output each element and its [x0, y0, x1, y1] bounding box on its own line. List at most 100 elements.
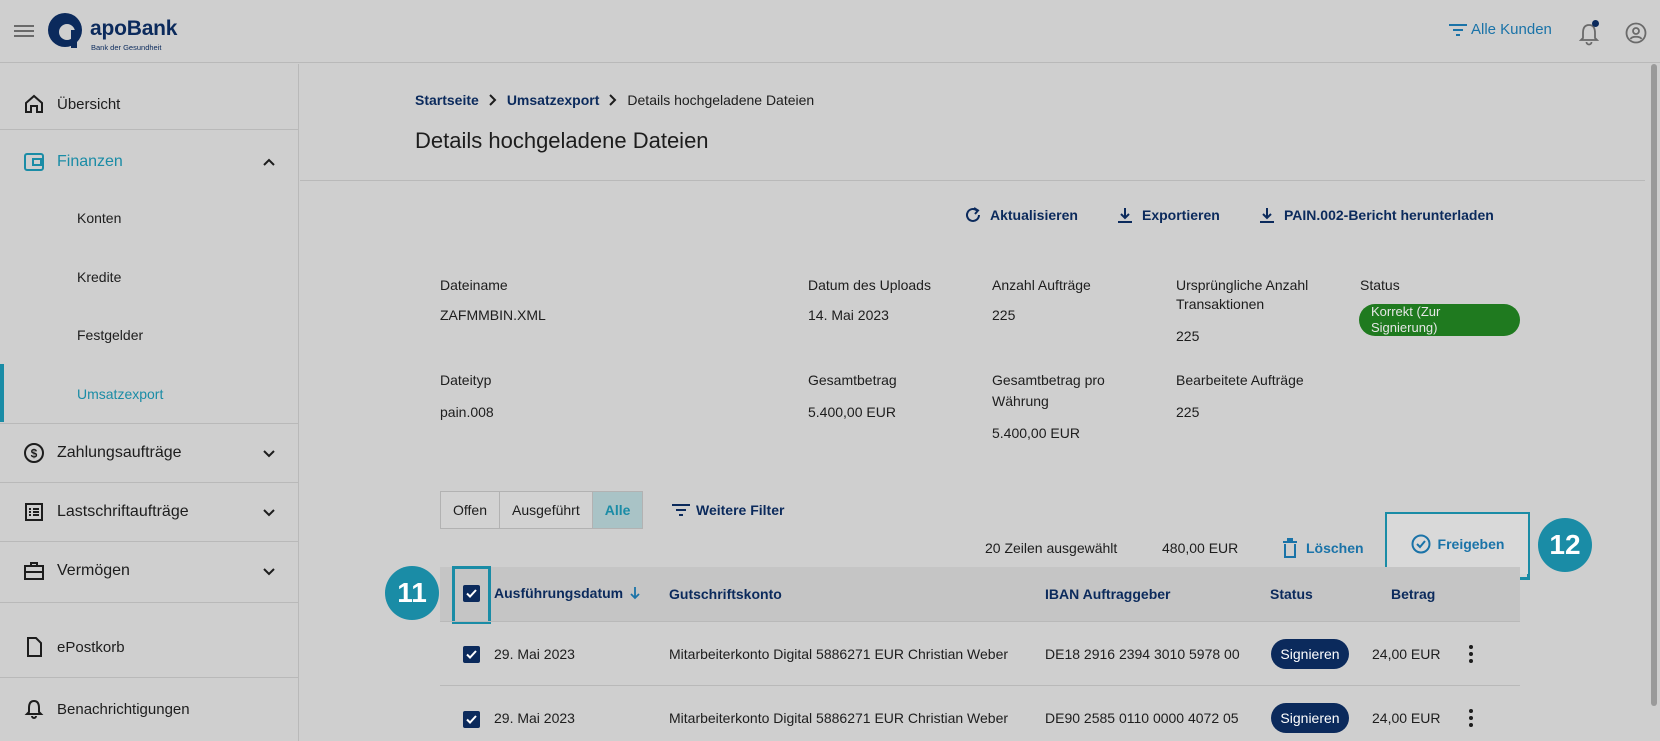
sidebar-item-label: Lastschriftaufträge — [57, 503, 189, 520]
filter-icon — [672, 504, 690, 516]
selected-sum: 480,00 EUR — [1162, 540, 1239, 556]
sidebar-divider — [0, 541, 299, 542]
filter-tab-offen[interactable]: Offen — [441, 492, 500, 528]
sidebar-item-label: ePostkorb — [57, 638, 125, 656]
sidebar-item-vermoegen[interactable]: Vermögen — [0, 556, 299, 586]
sidebar-divider — [0, 482, 299, 483]
sidebar-subitem-festgelder[interactable]: Festgelder — [77, 327, 143, 343]
gesamtbetrag-pro-waehrung-label-2: Währung — [992, 393, 1049, 409]
pain-report-label: PAIN.002-Bericht herunterladen — [1284, 207, 1494, 223]
sidebar-item-finanzen[interactable]: Finanzen — [0, 147, 299, 177]
user-account-icon[interactable] — [1625, 22, 1647, 44]
status-badge-text: Korrekt (Zur Signierung) — [1371, 304, 1441, 335]
bearbeitete-auftraege-value: 225 — [1176, 404, 1200, 420]
sidebar-item-label: Übersicht — [57, 95, 121, 113]
breadcrumb: Startseite Umsatzexport Details hochgela… — [415, 92, 814, 108]
breadcrumb-current: Details hochgeladene Dateien — [627, 92, 815, 108]
column-header-amount[interactable]: Betrag — [1391, 586, 1435, 602]
scrollbar-thumb[interactable] — [1651, 64, 1657, 706]
sidebar-item-zahlungsauftraege[interactable]: $ Zahlungsaufträge — [0, 438, 299, 468]
row-amount: 24,00 EUR — [1372, 646, 1441, 662]
sidebar-item-label: Vermögen — [57, 562, 130, 579]
dateityp-value: pain.008 — [440, 404, 494, 420]
column-header-date[interactable]: Ausführungsdatum — [494, 585, 641, 601]
sign-button[interactable]: Signieren — [1271, 703, 1349, 733]
briefcase-icon — [24, 562, 44, 580]
sidebar-divider — [0, 602, 299, 603]
sidebar-item-benachrichtigungen[interactable]: Benachrichtigungen — [0, 694, 299, 724]
approve-button[interactable]: Freigeben — [1387, 514, 1528, 574]
filter-tab-ausgefuehrt[interactable]: Ausgeführt — [500, 492, 593, 528]
column-header-account[interactable]: Gutschriftskonto — [669, 586, 782, 602]
list-icon — [25, 503, 43, 521]
dateiname-label: Dateiname — [440, 277, 508, 293]
checkmark-icon — [466, 650, 477, 659]
urspruengliche-anzahl-value: 225 — [1176, 328, 1200, 344]
arrow-down-icon — [630, 587, 640, 600]
breadcrumb-umsatzexport-link[interactable]: Umsatzexport — [507, 92, 600, 108]
column-header-status[interactable]: Status — [1270, 586, 1313, 602]
dateiname-value: ZAFMMBIN.XML — [440, 307, 546, 323]
sign-button[interactable]: Signieren — [1271, 639, 1349, 669]
hamburger-menu-icon[interactable] — [14, 23, 34, 39]
customer-filter-button[interactable]: Alle Kunden — [1449, 21, 1552, 38]
gesamtbetrag-pro-waehrung-value: 5.400,00 EUR — [992, 425, 1080, 441]
select-all-checkbox[interactable] — [463, 585, 480, 602]
row-amount: 24,00 EUR — [1372, 710, 1441, 726]
page-title: Details hochgeladene Dateien — [415, 128, 709, 153]
checkmark-icon — [466, 715, 477, 724]
sidebar-item-label: Zahlungsaufträge — [57, 444, 182, 461]
sidebar-subitem-konten[interactable]: Konten — [77, 210, 121, 226]
filter-icon — [1449, 23, 1467, 36]
urspruengliche-anzahl-label-1: Ursprüngliche Anzahl — [1176, 277, 1309, 293]
more-options-icon[interactable] — [1467, 644, 1475, 664]
home-icon — [25, 94, 43, 113]
more-options-icon[interactable] — [1467, 708, 1475, 728]
upload-date-label: Datum des Uploads — [808, 277, 931, 293]
anzahl-auftraege-value: 225 — [992, 307, 1016, 323]
sidebar-subitem-kredite[interactable]: Kredite — [77, 269, 121, 285]
more-filters-button[interactable]: Weitere Filter — [672, 502, 784, 518]
delete-label: Löschen — [1306, 540, 1364, 556]
refresh-icon — [966, 207, 980, 222]
row-account: Mitarbeiterkonto Digital 5886271 EUR Chr… — [669, 710, 1009, 726]
pain-report-download-button[interactable]: PAIN.002-Bericht herunterladen — [1258, 206, 1494, 224]
notification-indicator — [1592, 20, 1599, 27]
document-icon — [27, 637, 42, 657]
apobank-logo-icon[interactable] — [47, 12, 83, 48]
download-icon — [1260, 208, 1274, 223]
row-checkbox[interactable] — [463, 646, 480, 663]
row-divider — [440, 685, 1520, 686]
breadcrumb-home-link[interactable]: Startseite — [415, 92, 479, 108]
status-label: Status — [1360, 277, 1400, 293]
sidebar-item-uebersicht[interactable]: Übersicht — [0, 89, 299, 119]
export-button[interactable]: Exportieren — [1116, 206, 1220, 224]
filter-tab-alle[interactable]: Alle — [592, 492, 643, 528]
refresh-label: Aktualisieren — [990, 207, 1078, 223]
sidebar-item-epostkorb[interactable]: ePostkorb — [0, 632, 299, 662]
sidebar-divider — [0, 129, 299, 130]
sidebar-divider — [0, 677, 299, 678]
check-circle-icon — [1411, 534, 1431, 554]
chevron-down-icon[interactable] — [261, 563, 277, 579]
row-checkbox[interactable] — [463, 711, 480, 728]
chevron-down-icon[interactable] — [261, 445, 277, 461]
gesamtbetrag-pro-waehrung-label-1: Gesamtbetrag pro — [992, 372, 1105, 388]
column-header-iban[interactable]: IBAN Auftraggeber — [1045, 586, 1171, 602]
row-iban: DE18 2916 2394 3010 5978 00 — [1045, 646, 1240, 662]
status-badge: Korrekt (Zur Signierung) — [1359, 304, 1520, 336]
bell-icon — [24, 699, 44, 719]
sidebar-subitem-umsatzexport[interactable]: Umsatzexport — [77, 386, 163, 402]
chevron-right-icon — [489, 94, 497, 106]
sidebar-item-lastschriftauftraege[interactable]: Lastschriftaufträge — [0, 497, 299, 527]
approve-label: Freigeben — [1437, 536, 1505, 552]
row-divider — [440, 621, 1520, 622]
chevron-down-icon[interactable] — [261, 504, 277, 520]
brand-name: apoBank — [90, 17, 178, 40]
export-label: Exportieren — [1142, 207, 1220, 223]
row-date: 29. Mai 2023 — [494, 646, 575, 662]
chevron-up-icon[interactable] — [261, 154, 277, 170]
delete-button[interactable]: Löschen — [1282, 538, 1364, 558]
refresh-button[interactable]: Aktualisieren — [964, 206, 1078, 224]
step-badge-11: 11 — [385, 566, 439, 620]
